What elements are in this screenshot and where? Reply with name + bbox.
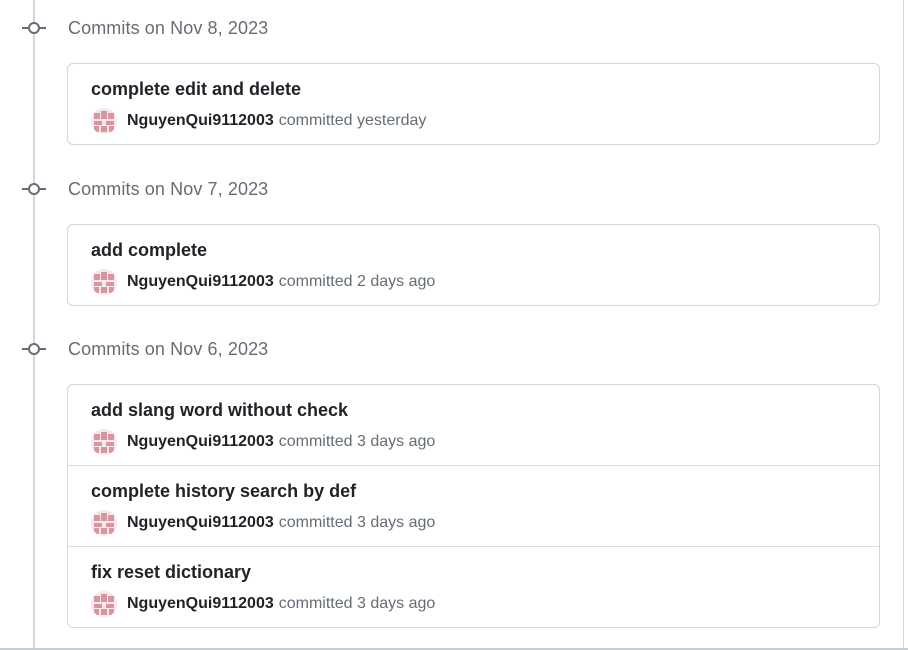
commit-list: add complete NguyenQui9112003 committed … <box>67 224 880 306</box>
commit-list-item[interactable]: complete history search by def NguyenQui… <box>68 465 879 546</box>
commit-group-title: Commits on Nov 8, 2023 <box>68 18 269 38</box>
commit-author-link[interactable]: NguyenQui9112003 <box>127 433 274 451</box>
timeline-line <box>33 0 35 650</box>
commit-group-header: Commits on Nov 6, 2023 <box>0 334 880 364</box>
commit-group-title: Commits on Nov 7, 2023 <box>68 179 269 199</box>
commit-meta: NguyenQui9112003 committed yesterday <box>91 108 427 134</box>
git-commit-icon <box>22 343 46 355</box>
commit-list: complete edit and delete NguyenQui911200… <box>67 63 880 145</box>
commit-message-link[interactable]: complete history search by def <box>91 481 356 502</box>
commit-meta: NguyenQui9112003 committed 3 days ago <box>91 510 436 536</box>
commit-message-link[interactable]: add slang word without check <box>91 400 348 421</box>
avatar-identicon-icon[interactable] <box>91 510 117 536</box>
avatar-identicon-icon[interactable] <box>91 591 117 617</box>
commit-author-link[interactable]: NguyenQui9112003 <box>127 112 274 130</box>
commit-time-text: committed 3 days ago <box>278 514 436 531</box>
commit-author-link[interactable]: NguyenQui9112003 <box>127 514 274 532</box>
commit-list: add slang word without check NguyenQui91… <box>67 384 880 628</box>
commit-list-item[interactable]: add complete NguyenQui9112003 committed … <box>68 225 879 305</box>
commit-time-text: committed yesterday <box>278 112 427 129</box>
commit-author-link[interactable]: NguyenQui9112003 <box>127 273 274 291</box>
commit-list-item[interactable]: complete edit and delete NguyenQui911200… <box>68 64 879 144</box>
git-commit-icon <box>22 22 46 34</box>
commit-message-link[interactable]: fix reset dictionary <box>91 562 251 583</box>
vertical-scrollbar[interactable] <box>903 0 908 650</box>
commit-time-text: committed 3 days ago <box>278 433 436 450</box>
commit-list-item[interactable]: add slang word without check NguyenQui91… <box>68 385 879 465</box>
commit-meta: NguyenQui9112003 committed 3 days ago <box>91 429 436 455</box>
commit-group-title: Commits on Nov 6, 2023 <box>68 339 269 359</box>
avatar-identicon-icon[interactable] <box>91 269 117 295</box>
commit-group-header: Commits on Nov 8, 2023 <box>0 13 880 43</box>
commit-message-link[interactable]: add complete <box>91 240 207 261</box>
git-commit-icon <box>22 183 46 195</box>
commit-group-header: Commits on Nov 7, 2023 <box>0 174 880 204</box>
avatar-identicon-icon[interactable] <box>91 108 117 134</box>
commit-time-text: committed 2 days ago <box>278 273 436 290</box>
commit-message-link[interactable]: complete edit and delete <box>91 79 301 100</box>
commit-author-link[interactable]: NguyenQui9112003 <box>127 595 274 613</box>
commit-meta: NguyenQui9112003 committed 2 days ago <box>91 269 436 295</box>
commit-list-item[interactable]: fix reset dictionary NguyenQui9112003 co… <box>68 546 879 627</box>
commit-time-text: committed 3 days ago <box>278 595 436 612</box>
avatar-identicon-icon[interactable] <box>91 429 117 455</box>
commit-meta: NguyenQui9112003 committed 3 days ago <box>91 591 436 617</box>
